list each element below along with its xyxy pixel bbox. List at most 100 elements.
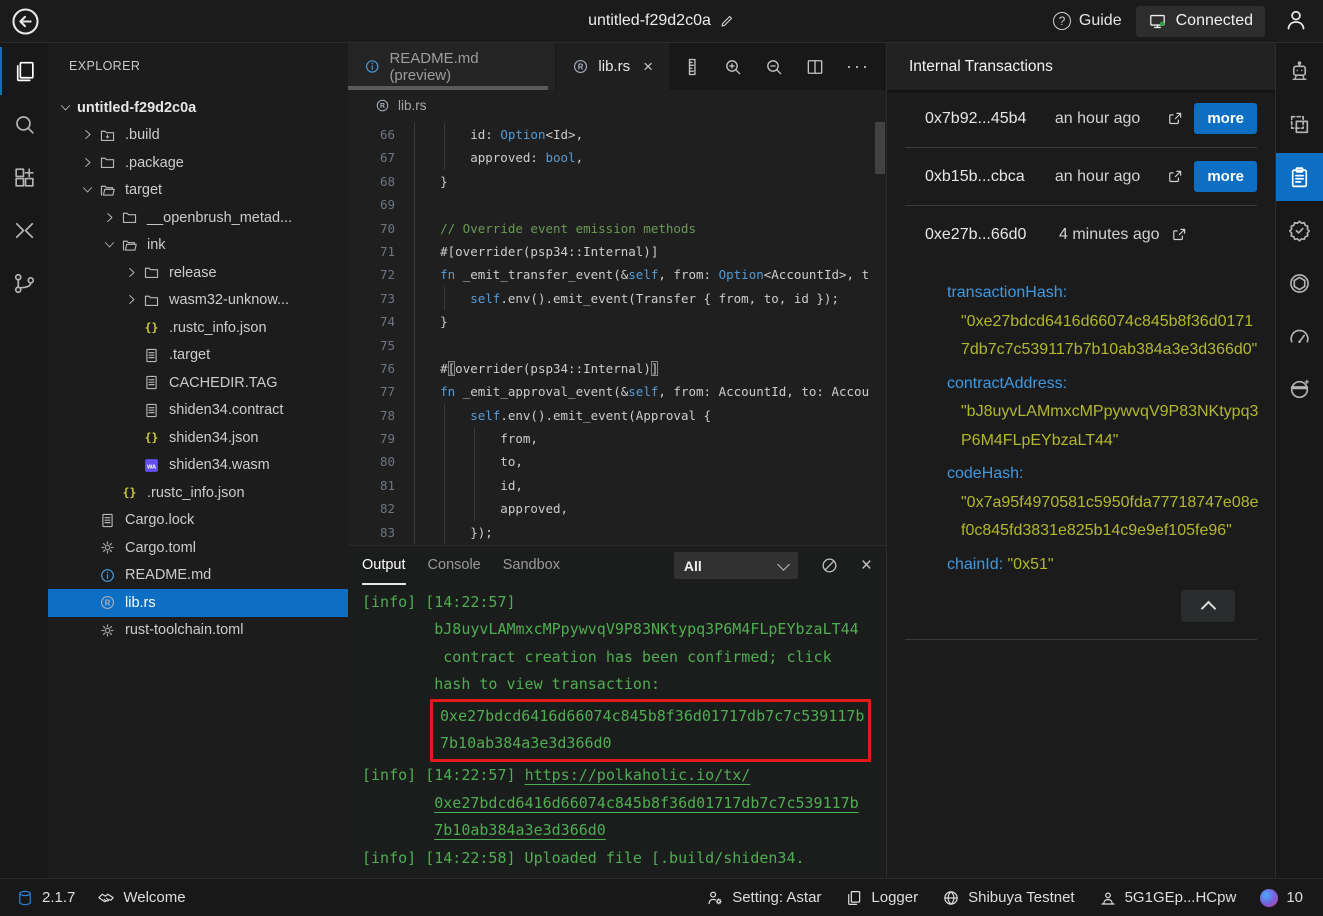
- tree-item-rustc-info-json[interactable]: {}.rustc_info.json: [48, 314, 348, 342]
- more-button[interactable]: more: [1194, 103, 1257, 134]
- log-line: 7b10ab384a3e3d366d0: [362, 817, 886, 844]
- activity-right-group[interactable]: [1276, 100, 1323, 148]
- panel-tab-output[interactable]: Output: [362, 546, 406, 585]
- activity-left-explorer[interactable]: [0, 47, 48, 95]
- log-filter-select[interactable]: All: [674, 552, 798, 579]
- external-link-icon[interactable]: [1170, 226, 1188, 244]
- detail-value[interactable]: "bJ8uyvLAMmxcMPpywvqV9P83NKtypq3P6M4FLpE…: [961, 403, 1258, 449]
- more-actions-icon[interactable]: ···: [846, 56, 870, 77]
- tab-readme-md-preview[interactable]: README.md (preview): [348, 43, 556, 90]
- svg-text:{}: {}: [123, 486, 137, 500]
- indent-guide: [444, 123, 445, 146]
- activity-left-collapse[interactable]: [0, 206, 48, 254]
- tree-item-label: Cargo.toml: [125, 540, 196, 556]
- tree-item-ink[interactable]: ink: [48, 232, 348, 260]
- highlighted-tx-hash[interactable]: 7b10ab384a3e3d366d0: [440, 730, 868, 757]
- editor-scrollbar[interactable]: [875, 122, 885, 174]
- breadcrumb[interactable]: R lib.rs: [348, 90, 886, 120]
- tree-item-release[interactable]: release: [48, 259, 348, 287]
- guide-button[interactable]: ? Guide: [1053, 12, 1122, 30]
- tree-item-label: untitled-f29d2c0a: [77, 100, 196, 116]
- detail-value[interactable]: "0x7a95f4970581c5950fda77718747e08ef0c84…: [961, 494, 1259, 540]
- tab-lib-rs[interactable]: Rlib.rs×: [556, 43, 670, 90]
- external-link-icon[interactable]: [1166, 110, 1184, 128]
- tree-item-wasm32-unknow[interactable]: wasm32-unknow...: [48, 287, 348, 315]
- extensions-icon: [12, 165, 37, 190]
- code-token: ,: [576, 150, 584, 165]
- detail-value[interactable]: "0xe27bdcd6416d66074c845b8f36d01717db7c7…: [961, 313, 1257, 359]
- tree-item-target[interactable]: target: [48, 177, 348, 205]
- activity-right-assistant[interactable]: [1276, 47, 1323, 95]
- account-button[interactable]: [1279, 6, 1313, 37]
- tree-item-build[interactable]: .build: [48, 122, 348, 150]
- tree-item-lib-rs[interactable]: Rlib.rs: [48, 589, 348, 617]
- tree-item-label: release: [169, 265, 217, 281]
- tree-item-package[interactable]: .package: [48, 149, 348, 177]
- tree-item-cargo-lock[interactable]: Cargo.lock: [48, 507, 348, 535]
- panel-tab-sandbox[interactable]: Sandbox: [503, 546, 560, 585]
- tab-scrollbar[interactable]: [348, 86, 548, 90]
- transaction-time: 4 minutes ago: [1059, 226, 1160, 244]
- tree-item-shiden34-contract[interactable]: shiden34.contract: [48, 397, 348, 425]
- indent-guide: [414, 310, 415, 333]
- tree-item-openbrush-metad[interactable]: __openbrush_metad...: [48, 204, 348, 232]
- activity-right-verified[interactable]: [1276, 206, 1323, 254]
- json-icon: {}: [121, 484, 140, 501]
- code-token: self: [470, 408, 500, 423]
- chevron-right-icon: [80, 155, 99, 171]
- activity-right-transactions[interactable]: [1276, 153, 1323, 201]
- log-link[interactable]: 7b10ab384a3e3d366d0: [434, 821, 606, 839]
- ruler-icon[interactable]: [682, 57, 702, 77]
- edit-title-icon[interactable]: [719, 13, 735, 29]
- activity-left-search[interactable]: [0, 100, 48, 148]
- statusbar-logger[interactable]: Logger: [845, 889, 918, 907]
- close-tab-icon[interactable]: ×: [643, 57, 653, 77]
- tree-item-readme-md[interactable]: README.md: [48, 562, 348, 590]
- tree-item-rustc-info-json[interactable]: {}.rustc_info.json: [48, 479, 348, 507]
- highlighted-tx-hash[interactable]: 0xe27bdcd6416d66074c845b8f36d01717db7c7c…: [440, 703, 868, 730]
- transaction-hash[interactable]: 0x7b92...45b4: [925, 110, 1053, 128]
- svg-text:R: R: [105, 599, 111, 608]
- detail-value[interactable]: "0x51": [1007, 556, 1053, 573]
- tree-item-target[interactable]: .target: [48, 342, 348, 370]
- log-link[interactable]: 0xe27bdcd6416d66074c845b8f36d01717db7c7c…: [434, 794, 858, 812]
- chevron-right-icon: [80, 127, 99, 143]
- statusbar-network[interactable]: Shibuya Testnet: [942, 889, 1074, 907]
- panel-tab-console[interactable]: Console: [428, 546, 481, 585]
- code-line: 70 // Override event emission methods: [348, 217, 886, 240]
- tree-item-cachedir-tag[interactable]: CACHEDIR.TAG: [48, 369, 348, 397]
- tree-item-rust-toolchain-toml[interactable]: rust-toolchain.toml: [48, 617, 348, 645]
- activity-right-gauge[interactable]: [1276, 312, 1323, 360]
- activity-left-extensions[interactable]: [0, 153, 48, 201]
- title-bar: untitled-f29d2c0a ? Guide Connected: [0, 0, 1323, 43]
- activity-left-source-control[interactable]: [0, 259, 48, 307]
- transaction-hash[interactable]: 0xb15b...cbca: [925, 168, 1053, 186]
- connected-button[interactable]: Connected: [1136, 6, 1265, 37]
- indent-guide: [414, 404, 415, 427]
- activity-right-openai[interactable]: [1276, 259, 1323, 307]
- activity-bar-right: [1275, 43, 1323, 878]
- tree-item-untitled-f29d2c0a[interactable]: untitled-f29d2c0a: [48, 94, 348, 122]
- statusbar-setting[interactable]: Setting: Astar: [706, 889, 821, 907]
- zoom-out-icon[interactable]: [764, 57, 784, 77]
- split-editor-icon[interactable]: [805, 57, 825, 77]
- tree-item-shiden34-json[interactable]: {}shiden34.json: [48, 424, 348, 452]
- collapse-details-button[interactable]: [1181, 590, 1235, 622]
- statusbar-account[interactable]: 5G1GEp...HCpw: [1099, 889, 1237, 907]
- log-link[interactable]: https://polkaholic.io/tx/: [525, 766, 751, 784]
- statusbar-version[interactable]: 2.1.7: [16, 889, 75, 907]
- zoom-in-icon[interactable]: [723, 57, 743, 77]
- close-panel-icon[interactable]: ×: [861, 556, 872, 575]
- tree-item-shiden34-wasm[interactable]: WAshiden34.wasm: [48, 452, 348, 480]
- clear-output-icon[interactable]: [820, 556, 839, 575]
- code-editor[interactable]: 66 id: Option<Id>,67 approved: bool,68 }…: [348, 120, 886, 545]
- statusbar-balance[interactable]: 10: [1260, 889, 1303, 907]
- more-button[interactable]: more: [1194, 161, 1257, 192]
- status-bar-right: Setting: Astar Logger Shibuya Testnet 5G1GE…: [706, 889, 1303, 907]
- indent-guide: [444, 474, 445, 497]
- transaction-hash[interactable]: 0xe27b...66d0: [925, 226, 1053, 244]
- external-link-icon[interactable]: [1166, 168, 1184, 186]
- tree-item-cargo-toml[interactable]: Cargo.toml: [48, 534, 348, 562]
- statusbar-welcome[interactable]: Welcome: [97, 889, 185, 907]
- activity-right-incognito[interactable]: [1276, 365, 1323, 413]
